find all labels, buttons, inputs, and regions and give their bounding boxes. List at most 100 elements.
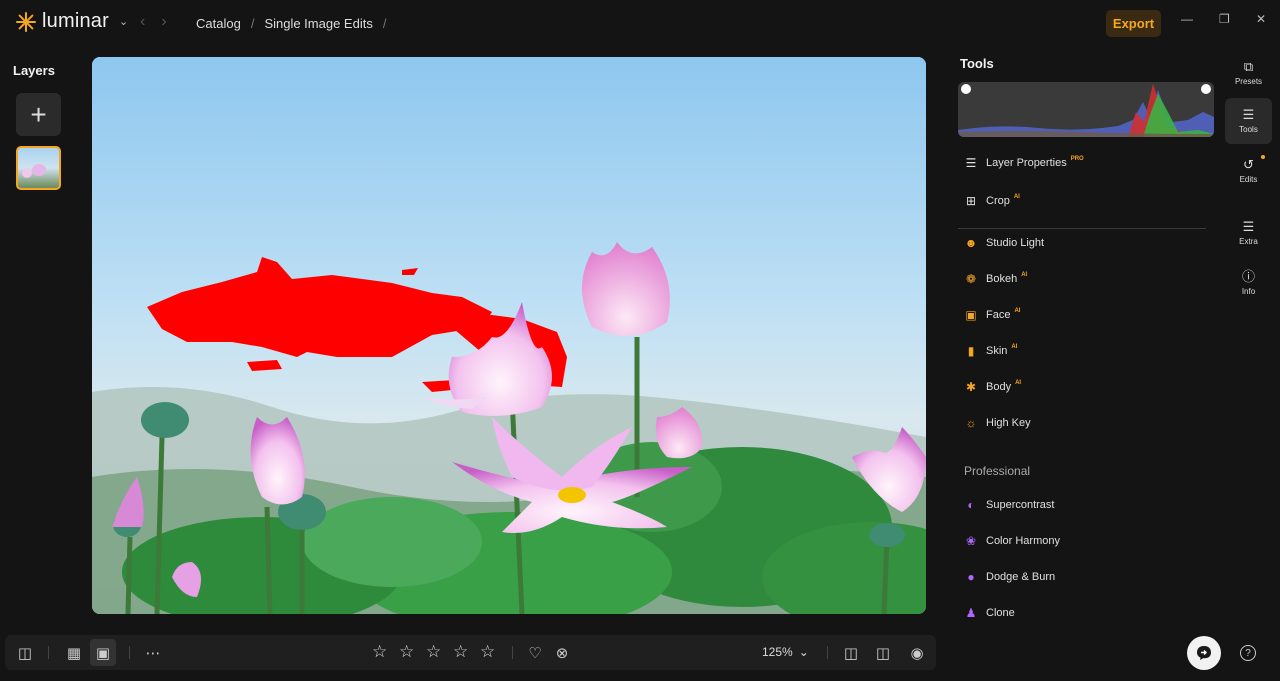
lotus-photo [92,57,926,614]
star-icon[interactable]: ☆ [426,642,441,662]
rail-info[interactable]: ⓘ Info [1225,260,1272,306]
zoom-select[interactable]: 125% ⌄ [762,645,809,659]
close-icon[interactable]: ✕ [1256,12,1266,26]
edits-indicator-dot [1261,155,1265,159]
supercontrast-icon: ◐ [967,498,975,512]
tool-label: Supercontrast [986,499,1055,511]
star-icon[interactable]: ☆ [480,642,495,662]
layers-title: Layers [13,63,55,78]
rail-extra[interactable]: ☰ Extra [1225,210,1272,256]
tool-high-key[interactable]: ☼ High Key [964,414,1031,432]
ai-badge: AI [1013,194,1020,200]
star-icon[interactable]: ☆ [399,642,414,662]
clone-icon: ♟ [965,606,977,620]
heart-icon[interactable]: ♡ [523,639,547,666]
histogram-graph [958,84,1214,137]
chevron-down-icon[interactable]: ⌄ [119,15,128,28]
zoom-value: 125% [762,645,793,659]
color-harmony-icon: ❀ [965,534,977,548]
studio-light-icon: ☻ [964,236,978,250]
single-view-icon[interactable]: ▣ [90,639,116,666]
plus-icon: + [30,98,47,130]
photo-canvas[interactable] [92,57,926,614]
face-icon: ▣ [965,308,977,322]
chevron-down-icon: ⌄ [798,645,809,659]
nav-arrows: ‹ › [140,13,167,31]
rail-presets[interactable]: ⧉ Presets [1225,50,1272,96]
tool-bokeh[interactable]: ❁ Bokeh AI [964,270,1027,288]
help-icon[interactable]: ? [1240,645,1256,661]
tool-label: Clone [986,607,1015,619]
divider [958,228,1206,229]
tool-label: Dodge & Burn [986,571,1056,583]
presets-icon: ⧉ [1243,59,1254,74]
tool-label: Color Harmony [986,535,1060,547]
star-icon[interactable]: ☆ [372,642,387,662]
add-layer-button[interactable]: + [16,93,61,136]
ai-badge: AI [1014,308,1021,314]
info-icon: ⓘ [1241,269,1255,284]
toggle-sidebar-icon[interactable]: ◫ [12,639,38,666]
rail-label: Presets [1234,77,1263,86]
tool-supercontrast[interactable]: ◐ Supercontrast [964,496,1054,514]
divider [512,646,513,659]
more-options-icon[interactable]: ⋯ [140,639,166,666]
tool-body[interactable]: ✱ Body AI [964,378,1021,396]
sun-burst-icon [16,11,36,32]
tools-title: Tools [960,56,994,71]
tool-label: Studio Light [986,237,1045,249]
rail-label: Tools [1239,125,1258,134]
list-icon: ☰ [1242,219,1255,234]
high-key-icon: ☼ [965,416,977,430]
reject-icon[interactable]: ⊗ [550,639,574,666]
tool-skin[interactable]: ▮ Skin AI [964,342,1018,360]
grid-view-icon[interactable]: ▦ [61,639,87,666]
rail-label: Extra [1239,237,1258,246]
layers-icon: ☰ [965,156,977,170]
fit-screen-icon[interactable]: ◫ [839,639,863,666]
breadcrumb-catalog[interactable]: Catalog [196,16,241,31]
restore-icon[interactable]: ❐ [1219,12,1230,26]
rail-edits[interactable]: ↺ Edits [1225,148,1272,194]
divider [48,646,49,659]
forward-arrow-icon[interactable]: › [161,13,166,31]
divider [129,646,130,659]
tool-dodge-burn[interactable]: ● Dodge & Burn [964,568,1055,586]
app-name: luminar [42,10,109,32]
compare-icon[interactable]: ◫ [871,639,895,666]
history-icon: ↺ [1243,157,1254,172]
tool-studio-light[interactable]: ☻ Studio Light [964,234,1044,252]
professional-section-title: Professional [964,464,1031,478]
tool-label: Crop [986,195,1010,207]
tool-color-harmony[interactable]: ❀ Color Harmony [964,532,1060,550]
tool-layer-properties[interactable]: ☰ Layer Properties PRO [964,154,1084,172]
back-arrow-icon[interactable]: ‹ [140,13,145,31]
rail-tools[interactable]: ☰ Tools [1225,98,1272,144]
rail-label: Edits [1239,175,1258,184]
histogram[interactable] [958,82,1214,137]
eye-icon[interactable]: ◉ [904,639,930,666]
divider [827,646,828,659]
export-button[interactable]: Export [1106,10,1161,37]
chat-button[interactable] [1187,636,1221,670]
breadcrumb: Catalog / Single Image Edits / [196,16,386,31]
tool-crop[interactable]: ⊞ Crop AI [964,192,1020,210]
tool-clone[interactable]: ♟ Clone [964,604,1015,622]
ai-badge: AI [1021,272,1028,278]
minimize-icon[interactable]: — [1181,12,1193,26]
chat-icon [1197,646,1211,660]
layer-thumbnail[interactable] [16,146,61,190]
breadcrumb-single-image-edits[interactable]: Single Image Edits [264,16,372,31]
tool-label: Layer Properties [986,157,1067,169]
tool-label: Bokeh [986,273,1018,285]
skin-icon: ▮ [967,344,975,358]
tool-label: Skin [986,345,1008,357]
ai-badge: AI [1015,380,1022,386]
breadcrumb-separator: / [382,16,387,31]
star-icon[interactable]: ☆ [453,642,468,662]
dodge-burn-icon: ● [967,570,975,584]
bokeh-icon: ❁ [965,272,977,286]
app-logo[interactable]: luminar ⌄ [16,10,128,33]
tool-face[interactable]: ▣ Face AI [964,306,1020,324]
ai-badge: AI [1011,344,1018,350]
